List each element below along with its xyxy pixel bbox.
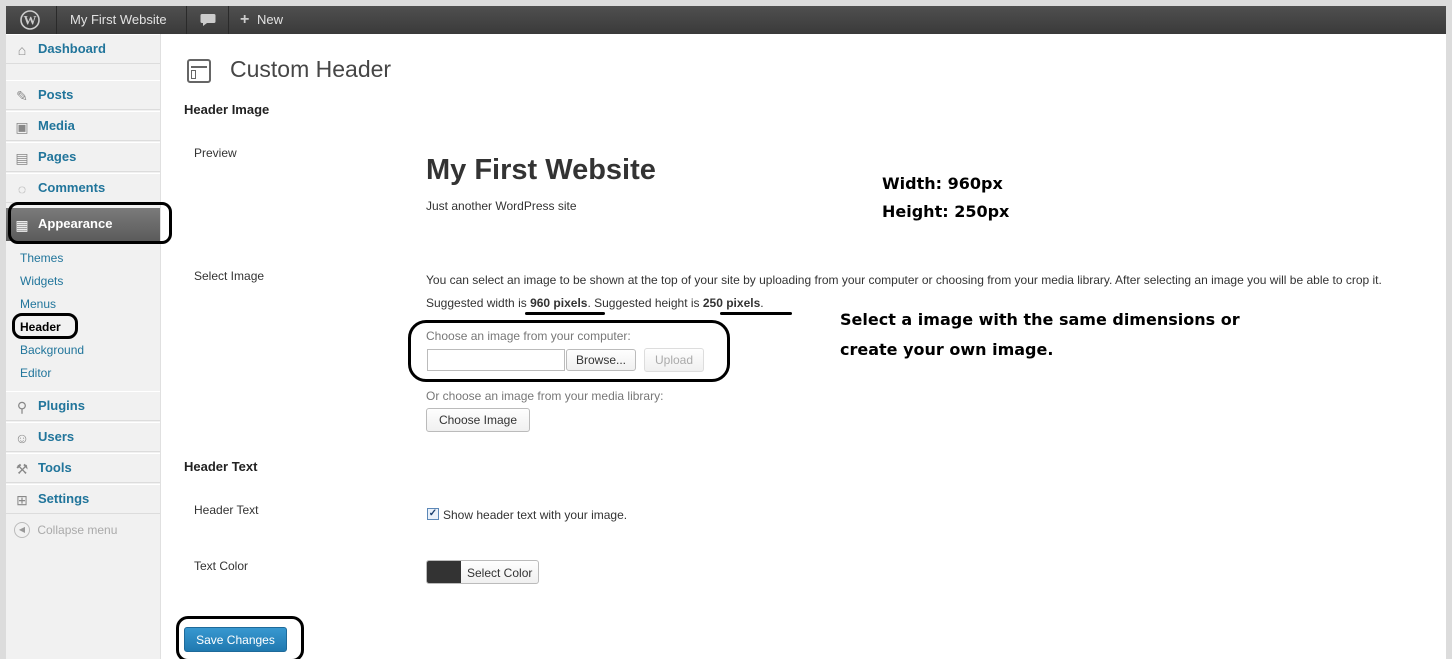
width-underline (525, 312, 605, 315)
appearance-page-icon (187, 59, 211, 83)
tools-icon: ⚒ (15, 461, 29, 477)
browser-frame: W My First Website + New ⌂ Dashboard ✎ P… (6, 6, 1446, 659)
select-image-label: Select Image (194, 269, 265, 283)
suggested-width-prefix: Suggested width is (426, 296, 527, 310)
wordpress-logo-icon[interactable]: W (20, 6, 46, 34)
media-icon: ▣ (15, 119, 29, 135)
comment-icon: ◌ (17, 181, 27, 197)
page-title: Custom Header (230, 56, 392, 82)
menu-label: Settings (38, 491, 90, 506)
menu-label: Users (38, 429, 75, 444)
suggested-height-value: 250 pixels (702, 296, 761, 310)
pin-icon: ✎ (16, 88, 28, 104)
height-underline (720, 312, 792, 315)
menu-appearance[interactable]: ▦ Appearance (6, 208, 160, 241)
settings-icon: ⊞ (16, 492, 28, 508)
color-swatch (427, 561, 461, 583)
menu-plugins[interactable]: ⚲ Plugins (6, 391, 160, 421)
collapse-menu[interactable]: ◀ Collapse menu (14, 522, 117, 538)
show-header-text-label[interactable]: Show header text with your image. (443, 508, 627, 522)
text-color-label: Text Color (194, 559, 249, 573)
file-path-input[interactable] (427, 349, 565, 371)
submenu-menus[interactable]: Menus (20, 297, 56, 311)
suggested-height-prefix: . Suggested height is (587, 296, 700, 310)
submenu-themes[interactable]: Themes (20, 251, 63, 265)
home-icon: ⌂ (17, 42, 27, 58)
collapse-arrow-icon: ◀ (14, 522, 30, 538)
submenu-widgets[interactable]: Widgets (20, 274, 63, 288)
height-annotation: Height: 250px (882, 202, 1010, 221)
comments-bubble-icon[interactable] (200, 6, 220, 34)
header-image-heading: Header Image (184, 102, 270, 117)
users-icon: ☺ (14, 430, 30, 446)
save-changes-button[interactable]: Save Changes (184, 627, 287, 652)
select-image-annotation-line1: Select a image with the same dimensions … (840, 310, 1240, 329)
menu-settings[interactable]: ⊞ Settings (6, 484, 160, 514)
menu-label: Appearance (38, 216, 113, 231)
site-name-link[interactable]: My First Website (70, 6, 167, 34)
menu-label: Media (38, 118, 75, 133)
menu-label: Plugins (38, 398, 85, 413)
submenu-editor[interactable]: Editor (20, 366, 51, 380)
menu-tools[interactable]: ⚒ Tools (6, 453, 160, 483)
show-header-text-checkbox[interactable]: ✓ (427, 508, 439, 520)
plugin-icon: ⚲ (16, 399, 28, 415)
submenu-background[interactable]: Background (20, 343, 84, 357)
menu-label: Posts (38, 87, 74, 102)
menu-comments[interactable]: ◌ Comments (6, 173, 160, 203)
suggested-width-value: 960 pixels (530, 296, 588, 310)
choose-image-button[interactable]: Choose Image (426, 408, 530, 432)
admin-bar: W My First Website + New (6, 6, 1446, 34)
menu-label: Dashboard (38, 41, 106, 56)
menu-media[interactable]: ▣ Media (6, 111, 160, 141)
pages-icon: ▤ (15, 150, 29, 166)
appearance-icon: ▦ (15, 217, 29, 233)
main-content: Custom Header Header Image Preview My Fi… (176, 34, 1446, 659)
header-text-heading: Header Text (184, 459, 258, 474)
admin-sidebar: ⌂ Dashboard ✎ Posts ▣ Media ▤ Pages ◌ Co… (6, 34, 172, 659)
submenu-header[interactable]: Header (20, 320, 61, 334)
menu-label: Tools (38, 460, 72, 475)
media-library-label: Or choose an image from your media libra… (426, 389, 664, 403)
suggested-size-line: Suggested width is 960 pixels. Suggested… (426, 296, 764, 310)
new-label: New (256, 12, 283, 27)
width-annotation: Width: 960px (882, 174, 1003, 193)
new-content-button[interactable]: + New (240, 6, 283, 34)
menu-pages[interactable]: ▤ Pages (6, 142, 160, 172)
menu-dashboard[interactable]: ⌂ Dashboard (6, 34, 160, 64)
svg-text:W: W (24, 13, 37, 28)
preview-tagline: Just another WordPress site (426, 199, 577, 213)
plus-icon: + (240, 11, 250, 28)
text-color-picker[interactable]: Select Color (426, 560, 539, 584)
menu-label: Comments (38, 180, 106, 195)
header-text-label: Header Text (194, 503, 259, 517)
upload-button[interactable]: Upload (644, 348, 704, 372)
preview-label: Preview (194, 146, 237, 160)
menu-label: Pages (38, 149, 77, 164)
collapse-label: Collapse menu (37, 523, 118, 537)
menu-posts[interactable]: ✎ Posts (6, 80, 160, 110)
choose-computer-label: Choose an image from your computer: (426, 329, 631, 343)
suggested-suffix: . (760, 296, 764, 310)
select-image-description: You can select an image to be shown at t… (426, 273, 1382, 287)
menu-users[interactable]: ☺ Users (6, 422, 160, 452)
preview-site-title: My First Website (426, 154, 656, 186)
select-image-annotation-line2: create your own image. (840, 340, 1054, 359)
select-color-label: Select Color (467, 566, 533, 580)
browse-button[interactable]: Browse... (566, 349, 636, 371)
